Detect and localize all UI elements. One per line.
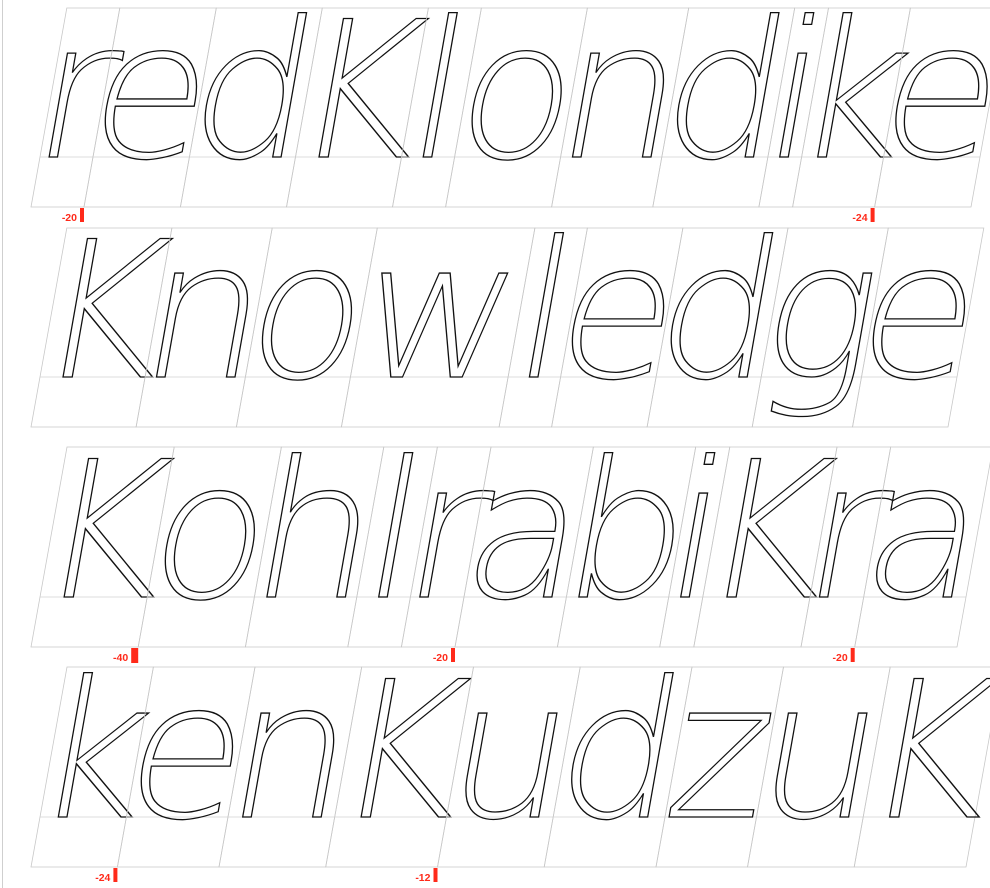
proof-line: redKlondike-20 -24 [19,0,990,224]
kern-value: -12 [415,872,430,884]
kern-marker-bar [113,868,118,882]
proof-line: kenKudzuK-24 -12 [19,641,990,884]
kern-value: -24 [95,872,110,884]
kerning-proof-canvas: redKlondike-20 -24KnowledgeKohlrabiKra-40… [19,0,990,884]
proof-line: Knowledge [22,201,990,428]
proof-line: KohlrabiKra-40 -20 -20 [23,421,990,664]
kern-marker-bar [433,868,438,882]
